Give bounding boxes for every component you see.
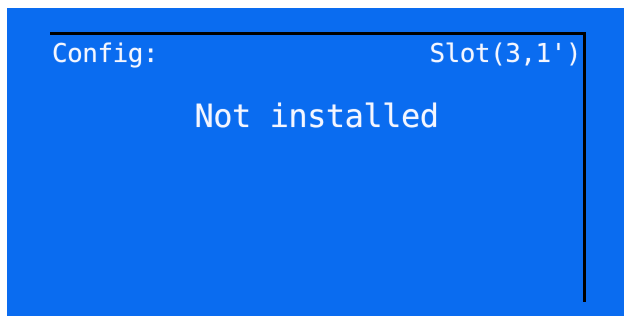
config-label: Config:: [52, 39, 159, 69]
status-screen: Config: Slot(3,1') Not installed: [50, 32, 586, 302]
status-header: Config: Slot(3,1'): [50, 35, 583, 75]
installation-status-message: Not installed: [194, 97, 439, 135]
slot-label: Slot(3,1'): [429, 39, 581, 69]
